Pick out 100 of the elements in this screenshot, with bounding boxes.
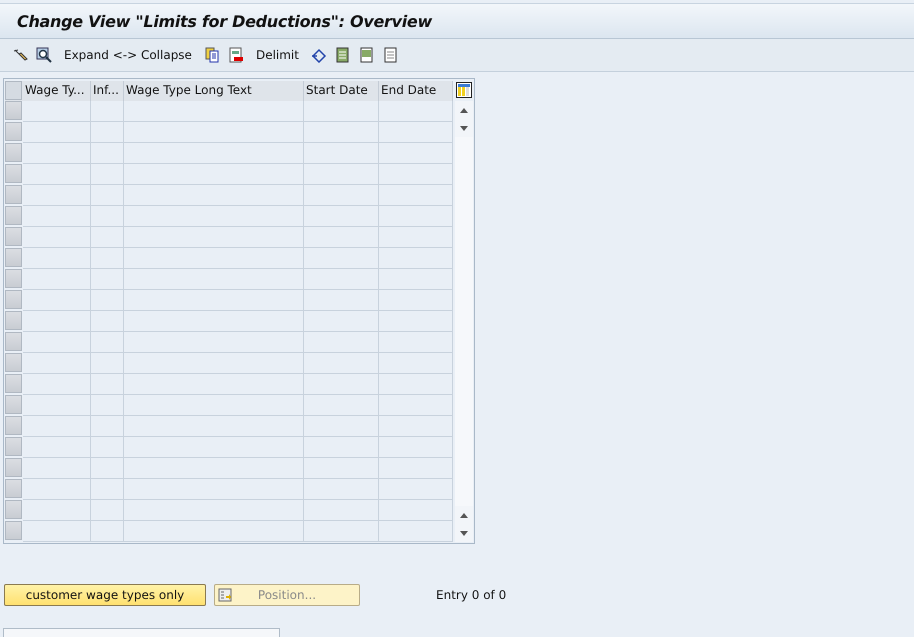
table-cell[interactable] [23, 122, 91, 143]
table-cell[interactable] [379, 269, 453, 290]
table-cell[interactable] [91, 374, 124, 395]
select-block-icon[interactable] [358, 47, 375, 63]
row-selector[interactable] [5, 227, 22, 246]
table-cell[interactable] [91, 353, 124, 374]
table-cell[interactable] [91, 395, 124, 416]
table-cell[interactable] [23, 164, 91, 185]
table-cell[interactable] [23, 395, 91, 416]
table-cell[interactable] [91, 143, 124, 164]
table-cell[interactable] [124, 101, 304, 122]
table-cell[interactable] [91, 458, 124, 479]
row-selector[interactable] [5, 101, 22, 120]
table-cell[interactable] [91, 332, 124, 353]
table-cell[interactable] [304, 374, 379, 395]
expand-collapse-button[interactable]: Expand <-> Collapse [60, 48, 196, 62]
table-cell[interactable] [91, 479, 124, 500]
table-cell[interactable] [23, 353, 91, 374]
row-selector[interactable] [5, 374, 22, 393]
table-cell[interactable] [91, 248, 124, 269]
table-cell[interactable] [379, 122, 453, 143]
column-settings-icon[interactable] [456, 82, 472, 98]
table-cell[interactable] [304, 500, 379, 521]
row-selector[interactable] [5, 311, 22, 330]
table-cell[interactable] [91, 500, 124, 521]
table-cell[interactable] [124, 479, 304, 500]
table-cell[interactable] [124, 521, 304, 542]
table-cell[interactable] [23, 248, 91, 269]
table-cell[interactable] [124, 185, 304, 206]
row-selector[interactable] [5, 521, 22, 540]
row-selector[interactable] [5, 122, 22, 141]
table-cell[interactable] [91, 164, 124, 185]
table-cell[interactable] [304, 311, 379, 332]
row-selector[interactable] [5, 353, 22, 372]
search-icon[interactable] [36, 47, 52, 63]
table-cell[interactable] [23, 290, 91, 311]
table-cell[interactable] [23, 227, 91, 248]
table-cell[interactable] [304, 227, 379, 248]
table-cell[interactable] [23, 437, 91, 458]
table-cell[interactable] [91, 290, 124, 311]
table-cell[interactable] [91, 311, 124, 332]
table-cell[interactable] [91, 122, 124, 143]
table-cell[interactable] [124, 290, 304, 311]
table-cell[interactable] [124, 206, 304, 227]
table-cell[interactable] [304, 437, 379, 458]
row-selector[interactable] [5, 395, 22, 414]
table-cell[interactable] [91, 185, 124, 206]
table-cell[interactable] [379, 311, 453, 332]
row-selector[interactable] [5, 500, 22, 519]
table-cell[interactable] [124, 416, 304, 437]
table-cell[interactable] [23, 206, 91, 227]
table-cell[interactable] [91, 269, 124, 290]
table-cell[interactable] [23, 374, 91, 395]
row-selector[interactable] [5, 269, 22, 288]
table-cell[interactable] [304, 332, 379, 353]
scroll-down-button[interactable] [455, 524, 473, 542]
row-selector[interactable] [5, 290, 22, 309]
copy-icon[interactable] [204, 47, 220, 63]
table-cell[interactable] [91, 437, 124, 458]
deselect-all-icon[interactable] [382, 47, 399, 63]
table-cell[interactable] [379, 101, 453, 122]
table-cell[interactable] [124, 374, 304, 395]
table-cell[interactable] [379, 479, 453, 500]
row-selector[interactable] [5, 479, 22, 498]
table-cell[interactable] [304, 164, 379, 185]
row-selector[interactable] [5, 206, 22, 225]
table-cell[interactable] [91, 227, 124, 248]
scroll-up-button[interactable] [455, 101, 473, 119]
table-cell[interactable] [379, 248, 453, 269]
delete-row-icon[interactable] [228, 47, 244, 63]
row-selector[interactable] [5, 185, 22, 204]
table-cell[interactable] [379, 290, 453, 311]
table-cell[interactable] [379, 185, 453, 206]
table-cell[interactable] [91, 416, 124, 437]
table-cell[interactable] [124, 395, 304, 416]
table-cell[interactable] [304, 122, 379, 143]
table-cell[interactable] [124, 269, 304, 290]
row-selector[interactable] [5, 437, 22, 456]
table-cell[interactable] [124, 458, 304, 479]
table-cell[interactable] [124, 164, 304, 185]
table-cell[interactable] [304, 185, 379, 206]
table-cell[interactable] [23, 458, 91, 479]
table-cell[interactable] [379, 521, 453, 542]
table-cell[interactable] [379, 416, 453, 437]
table-cell[interactable] [23, 521, 91, 542]
table-cell[interactable] [23, 143, 91, 164]
table-cell[interactable] [304, 248, 379, 269]
row-selector[interactable] [5, 332, 22, 351]
row-selector[interactable] [5, 458, 22, 477]
table-cell[interactable] [379, 500, 453, 521]
row-selector[interactable] [5, 416, 22, 435]
table-cell[interactable] [379, 374, 453, 395]
table-cell[interactable] [379, 143, 453, 164]
filter-button[interactable]: customer wage types only [4, 584, 206, 606]
table-cell[interactable] [304, 101, 379, 122]
table-cell[interactable] [379, 332, 453, 353]
table-cell[interactable] [124, 437, 304, 458]
table-cell[interactable] [379, 353, 453, 374]
table-cell[interactable] [304, 143, 379, 164]
table-cell[interactable] [304, 521, 379, 542]
